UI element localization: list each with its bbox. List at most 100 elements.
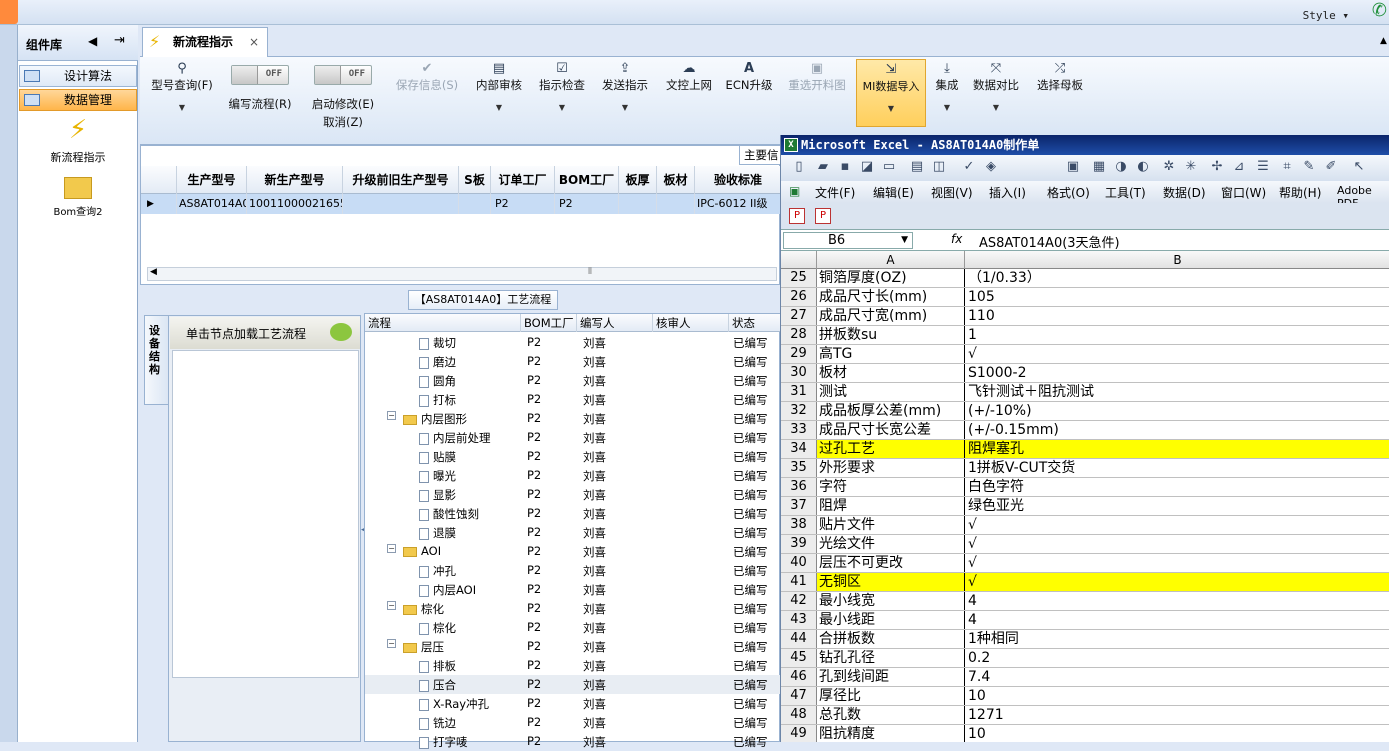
cell-a[interactable]: 成品尺寸长(mm) <box>817 288 965 306</box>
dock-icon[interactable]: ⇥ <box>114 33 125 48</box>
pdf-icon[interactable]: P <box>789 208 805 224</box>
tree-node[interactable]: AOI <box>403 544 441 558</box>
column-header[interactable]: 编写人 <box>577 314 653 332</box>
row-number[interactable]: 39 <box>781 535 817 553</box>
menu-edit[interactable]: 编辑(E) <box>873 184 914 201</box>
tool-bom-query[interactable]: Bom查询2 <box>26 173 130 218</box>
column-header[interactable]: 板厚 <box>619 166 657 194</box>
row-number[interactable]: 40 <box>781 554 817 572</box>
tree-node[interactable]: 排板 <box>419 658 456 674</box>
cell-a[interactable]: 孔到线间距 <box>817 668 965 686</box>
select-all[interactable] <box>781 251 817 269</box>
tree-row[interactable]: − 内层图形 P2 刘喜 已编写 <box>365 409 781 428</box>
tree-node[interactable]: 圆角 <box>419 373 456 389</box>
data-compare-button[interactable]: ⤧ 数据对比 ▼ <box>970 61 1022 112</box>
chevron-down-icon[interactable]: ▼ <box>598 103 652 112</box>
cell-b[interactable]: 阻焊塞孔 <box>965 440 1389 458</box>
cell-b[interactable]: √ <box>965 554 1389 572</box>
integration-button[interactable]: ⤓ 集成 ▼ <box>932 61 962 112</box>
cell-b[interactable]: 飞针测试＋阻抗测试 <box>965 383 1389 401</box>
cell-a[interactable]: 成品板厚公差(mm) <box>817 402 965 420</box>
brush-icon[interactable]: ✎ <box>1301 159 1317 175</box>
cell-b[interactable]: 10 <box>965 725 1389 742</box>
cell-b[interactable]: √ <box>965 345 1389 363</box>
cell-b[interactable]: 1 <box>965 326 1389 344</box>
cell-b[interactable]: 7.4 <box>965 668 1389 686</box>
mi-data-import-button[interactable]: ⇲ MI数据导入 ▼ <box>856 59 926 127</box>
tree-row[interactable]: 裁切 P2 刘喜 已编写 <box>365 333 781 352</box>
scroll-left-icon[interactable]: ◀ <box>150 267 157 277</box>
tree-row[interactable]: − 棕化 P2 刘喜 已编写 <box>365 599 781 618</box>
row-number[interactable]: 44 <box>781 630 817 648</box>
tree-row[interactable]: 磨边 P2 刘喜 已编写 <box>365 352 781 371</box>
menu-window[interactable]: 窗口(W) <box>1221 184 1266 201</box>
doc-control-online-button[interactable]: ☁ 文控上网 <box>662 61 716 93</box>
reselect-cutting-button[interactable]: ▣ 重选开料图 <box>784 61 850 93</box>
cell-b[interactable]: 1271 <box>965 706 1389 724</box>
ecn-upgrade-button[interactable]: A ECN升级 <box>724 61 774 93</box>
cell-b[interactable]: (+/-10%) <box>965 402 1389 420</box>
pdf-icon[interactable]: P <box>815 208 831 224</box>
chart-icon[interactable]: ◑ <box>1113 159 1129 175</box>
sidebar-item-design-algorithm[interactable]: 设计算法 <box>19 65 137 87</box>
row-number[interactable]: 26 <box>781 288 817 306</box>
chevron-down-icon[interactable]: ▼ <box>901 233 908 248</box>
column-header[interactable]: 流程 <box>365 314 521 332</box>
table-cell[interactable] <box>657 194 695 214</box>
print-preview-icon[interactable]: ◫ <box>931 159 947 175</box>
column-header[interactable]: 状态 <box>729 314 781 332</box>
tab-equipment-structure[interactable]: 设备结构 <box>144 315 168 405</box>
cell-a[interactable]: 阻焊 <box>817 497 965 515</box>
menu-view[interactable]: 视图(V) <box>931 184 973 201</box>
cell-a[interactable]: 光绘文件 <box>817 535 965 553</box>
tree-node[interactable]: 内层前处理 <box>419 430 491 446</box>
cell-a[interactable]: 合拼板数 <box>817 630 965 648</box>
cell-a[interactable]: 成品尺寸宽(mm) <box>817 307 965 325</box>
column-header[interactable]: 验收标准 <box>695 166 781 194</box>
cell-b[interactable]: （1/0.33） <box>965 269 1389 287</box>
tree-row[interactable]: 酸性蚀刻 P2 刘喜 已编写 <box>365 504 781 523</box>
cell-b[interactable]: √ <box>965 516 1389 534</box>
row-number[interactable]: 37 <box>781 497 817 515</box>
row-number[interactable]: 33 <box>781 421 817 439</box>
row-number[interactable]: 28 <box>781 326 817 344</box>
cell-a[interactable]: 字符 <box>817 478 965 496</box>
menu-data[interactable]: 数据(D) <box>1163 184 1206 201</box>
save-icon[interactable]: ▪ <box>837 159 853 175</box>
style-menu[interactable]: Style ▾ <box>1303 9 1349 22</box>
table-cell[interactable] <box>459 194 491 214</box>
main-info-tab[interactable]: 主要信 <box>739 145 783 165</box>
tree-node[interactable]: 裁切 <box>419 335 456 351</box>
excel-title-bar[interactable]: X Microsoft Excel - AS8AT014A0制作单 <box>781 135 1389 155</box>
start-modify-button[interactable]: OFF 启动修改(E) 取消(Z) <box>306 65 380 130</box>
cell-a[interactable]: 过孔工艺 <box>817 440 965 458</box>
tree-row[interactable]: 压合 P2 刘喜 已编写 <box>365 675 781 694</box>
column-header[interactable]: 升级前旧生产型号 <box>343 166 459 194</box>
pencil-icon[interactable]: ✐ <box>1323 159 1339 175</box>
cancel-label[interactable]: 取消(Z) <box>306 114 380 130</box>
tree-row[interactable]: 内层前处理 P2 刘喜 已编写 <box>365 428 781 447</box>
collapse-icon[interactable]: − <box>387 544 396 553</box>
cell-a[interactable]: 成品尺寸长宽公差 <box>817 421 965 439</box>
tree-node[interactable]: 层压 <box>403 639 444 655</box>
resize-icon[interactable]: ⌗ <box>1279 159 1295 175</box>
cell-b[interactable]: 1拼板V-CUT交货 <box>965 459 1389 477</box>
cell-a[interactable]: 拼板数su <box>817 326 965 344</box>
chevron-down-icon[interactable]: ▼ <box>970 103 1022 112</box>
collapse-icon[interactable]: − <box>387 411 396 420</box>
row-number[interactable]: 34 <box>781 440 817 458</box>
cell-a[interactable]: 阻抗精度 <box>817 725 965 742</box>
start-modify-toggle[interactable]: OFF <box>314 65 372 85</box>
row-number[interactable]: 27 <box>781 307 817 325</box>
tree-row[interactable]: 棕化 P2 刘喜 已编写 <box>365 618 781 637</box>
cross-icon[interactable]: ✢ <box>1209 159 1225 175</box>
print-icon[interactable]: ▤ <box>909 159 925 175</box>
cell-b[interactable]: √ <box>965 573 1389 591</box>
spelling-icon[interactable]: ✓ <box>961 159 977 175</box>
table-cell[interactable]: P2 <box>555 194 619 214</box>
row-number[interactable]: 46 <box>781 668 817 686</box>
chevron-down-icon[interactable]: ▼ <box>536 103 588 112</box>
insert-picture-icon[interactable]: ▣ <box>1065 159 1081 175</box>
cell-b[interactable]: 绿色亚光 <box>965 497 1389 515</box>
cell-a[interactable]: 最小线宽 <box>817 592 965 610</box>
